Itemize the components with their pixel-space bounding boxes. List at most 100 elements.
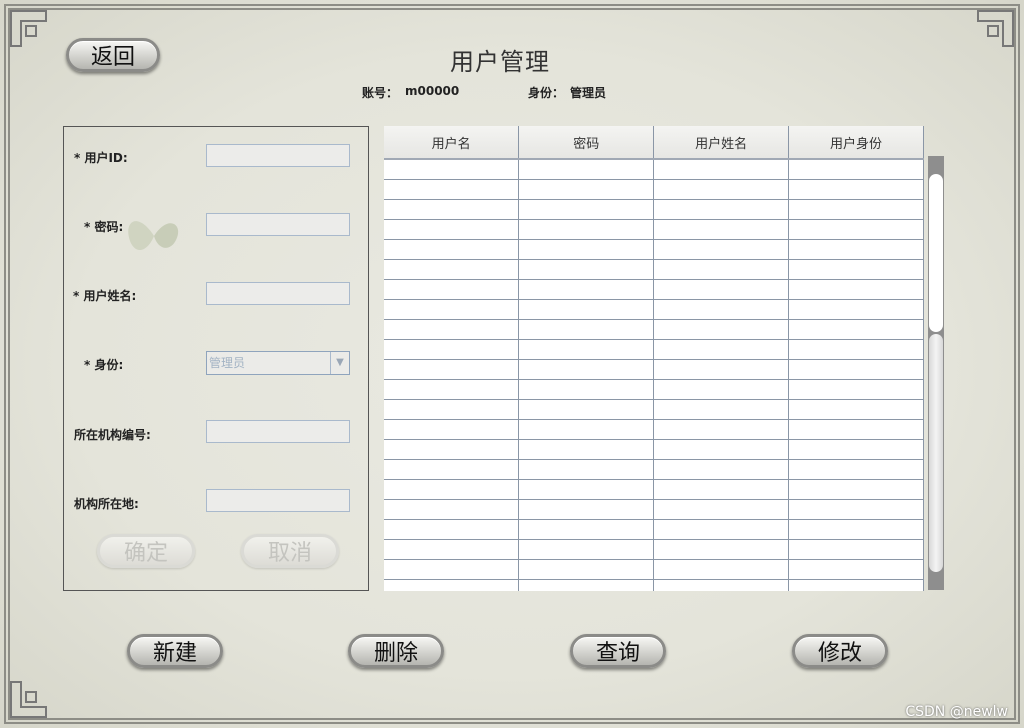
back-button[interactable]: 返回 — [66, 38, 160, 72]
table-cell[interactable] — [384, 439, 520, 460]
table-cell[interactable] — [788, 179, 924, 200]
table-cell[interactable] — [518, 239, 655, 260]
table-cell[interactable] — [384, 259, 520, 280]
table-cell[interactable] — [788, 519, 924, 540]
table-cell[interactable] — [788, 559, 924, 580]
org-number-field[interactable] — [206, 420, 350, 443]
table-row[interactable] — [384, 519, 924, 540]
table-cell[interactable] — [788, 379, 924, 400]
table-cell[interactable] — [518, 499, 655, 520]
table-cell[interactable] — [788, 439, 924, 460]
table-cell[interactable] — [518, 259, 655, 280]
org-location-field[interactable] — [206, 489, 350, 512]
table-cell[interactable] — [518, 319, 655, 340]
column-header[interactable]: 用户姓名 — [653, 126, 790, 160]
role-select[interactable]: 管理员 ▼ — [206, 351, 350, 375]
table-cell[interactable] — [518, 479, 655, 500]
table-row[interactable] — [384, 439, 924, 460]
table-cell[interactable] — [384, 319, 520, 340]
table-cell[interactable] — [518, 399, 655, 420]
column-header[interactable]: 密码 — [518, 126, 655, 160]
table-cell[interactable] — [384, 219, 520, 240]
table-cell[interactable] — [788, 419, 924, 440]
table-row[interactable] — [384, 359, 924, 380]
table-cell[interactable] — [653, 319, 790, 340]
user-id-field[interactable] — [206, 144, 350, 167]
table-cell[interactable] — [518, 219, 655, 240]
table-row[interactable] — [384, 179, 924, 200]
table-cell[interactable] — [653, 379, 790, 400]
table-cell[interactable] — [788, 239, 924, 260]
table-cell[interactable] — [788, 259, 924, 280]
table-cell[interactable] — [384, 179, 520, 200]
table-cell[interactable] — [653, 299, 790, 320]
table-row[interactable] — [384, 339, 924, 360]
table-cell[interactable] — [653, 259, 790, 280]
table-cell[interactable] — [518, 199, 655, 220]
table-cell[interactable] — [653, 539, 790, 560]
table-cell[interactable] — [788, 479, 924, 500]
table-cell[interactable] — [384, 559, 520, 580]
table-cell[interactable] — [653, 419, 790, 440]
table-cell[interactable] — [518, 339, 655, 360]
table-cell[interactable] — [788, 539, 924, 560]
table-cell[interactable] — [384, 539, 520, 560]
table-cell[interactable] — [653, 179, 790, 200]
table-cell[interactable] — [518, 279, 655, 300]
table-cell[interactable] — [653, 459, 790, 480]
table-cell[interactable] — [653, 479, 790, 500]
table-cell[interactable] — [788, 159, 924, 180]
table-cell[interactable] — [384, 159, 520, 180]
table-cell[interactable] — [788, 459, 924, 480]
table-cell[interactable] — [653, 339, 790, 360]
delete-button[interactable]: 删除 — [348, 634, 444, 668]
table-cell[interactable] — [384, 339, 520, 360]
table-row[interactable] — [384, 379, 924, 400]
table-cell[interactable] — [384, 499, 520, 520]
column-header[interactable]: 用户身份 — [788, 126, 924, 160]
cancel-button[interactable]: 取消 — [241, 534, 339, 568]
table-cell[interactable] — [384, 519, 520, 540]
table-cell[interactable] — [788, 299, 924, 320]
table-scrollbar[interactable] — [928, 156, 944, 590]
table-cell[interactable] — [384, 579, 520, 591]
table-row[interactable] — [384, 399, 924, 420]
table-row[interactable] — [384, 559, 924, 580]
table-cell[interactable] — [653, 359, 790, 380]
table-cell[interactable] — [518, 579, 655, 591]
table-cell[interactable] — [384, 479, 520, 500]
table-cell[interactable] — [653, 559, 790, 580]
table-cell[interactable] — [518, 379, 655, 400]
table-cell[interactable] — [653, 399, 790, 420]
chevron-down-icon[interactable]: ▼ — [330, 352, 349, 374]
table-cell[interactable] — [653, 199, 790, 220]
table-cell[interactable] — [384, 359, 520, 380]
table-cell[interactable] — [653, 519, 790, 540]
column-header[interactable]: 用户名 — [384, 126, 520, 160]
modify-button[interactable]: 修改 — [792, 634, 888, 668]
table-cell[interactable] — [518, 539, 655, 560]
table-cell[interactable] — [518, 179, 655, 200]
table-row[interactable] — [384, 319, 924, 340]
table-row[interactable] — [384, 259, 924, 280]
table-cell[interactable] — [788, 359, 924, 380]
table-cell[interactable] — [518, 419, 655, 440]
scrollbar-thumb[interactable] — [929, 334, 943, 572]
table-row[interactable] — [384, 199, 924, 220]
table-cell[interactable] — [518, 359, 655, 380]
table-cell[interactable] — [653, 499, 790, 520]
table-row[interactable] — [384, 219, 924, 240]
confirm-button[interactable]: 确定 — [97, 534, 195, 568]
table-cell[interactable] — [518, 439, 655, 460]
table-cell[interactable] — [518, 519, 655, 540]
user-table[interactable]: 用户名 密码 用户姓名 用户身份 — [384, 126, 924, 591]
table-row[interactable] — [384, 419, 924, 440]
table-cell[interactable] — [788, 399, 924, 420]
table-cell[interactable] — [788, 279, 924, 300]
password-field[interactable] — [206, 213, 350, 236]
query-button[interactable]: 查询 — [570, 634, 666, 668]
table-cell[interactable] — [653, 159, 790, 180]
table-row[interactable] — [384, 159, 924, 180]
table-cell[interactable] — [518, 459, 655, 480]
scrollbar-track-upper[interactable] — [929, 174, 943, 332]
